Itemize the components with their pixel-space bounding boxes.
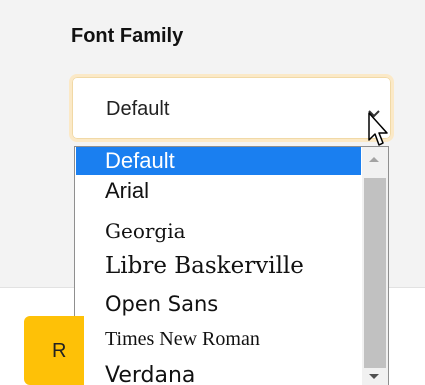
- font-family-select-value: Default: [106, 98, 170, 120]
- scroll-down-arrow-icon[interactable]: [368, 373, 380, 381]
- font-family-label: Font Family: [71, 25, 184, 47]
- option-times-new-roman[interactable]: Times New Roman: [76, 325, 361, 353]
- font-family-dropdown-list[interactable]: Default Arial Georgia Libre Baskerville …: [74, 146, 389, 385]
- option-verdana[interactable]: Verdana: [76, 362, 361, 385]
- scroll-up-arrow-icon[interactable]: [368, 155, 380, 163]
- option-georgia[interactable]: Georgia: [76, 217, 361, 245]
- mouse-pointer-icon: [368, 112, 388, 146]
- option-arial[interactable]: Arial: [76, 177, 361, 205]
- partially-hidden-button[interactable]: R: [24, 316, 84, 385]
- option-libre-baskerville[interactable]: Libre Baskerville: [76, 252, 361, 280]
- font-family-select[interactable]: Default: [69, 74, 394, 142]
- option-default[interactable]: Default: [76, 147, 361, 175]
- button-label: R: [52, 340, 67, 362]
- dropdown-scrollbar[interactable]: [362, 147, 388, 385]
- option-open-sans[interactable]: Open Sans: [76, 290, 361, 318]
- scrollbar-thumb[interactable]: [364, 178, 386, 368]
